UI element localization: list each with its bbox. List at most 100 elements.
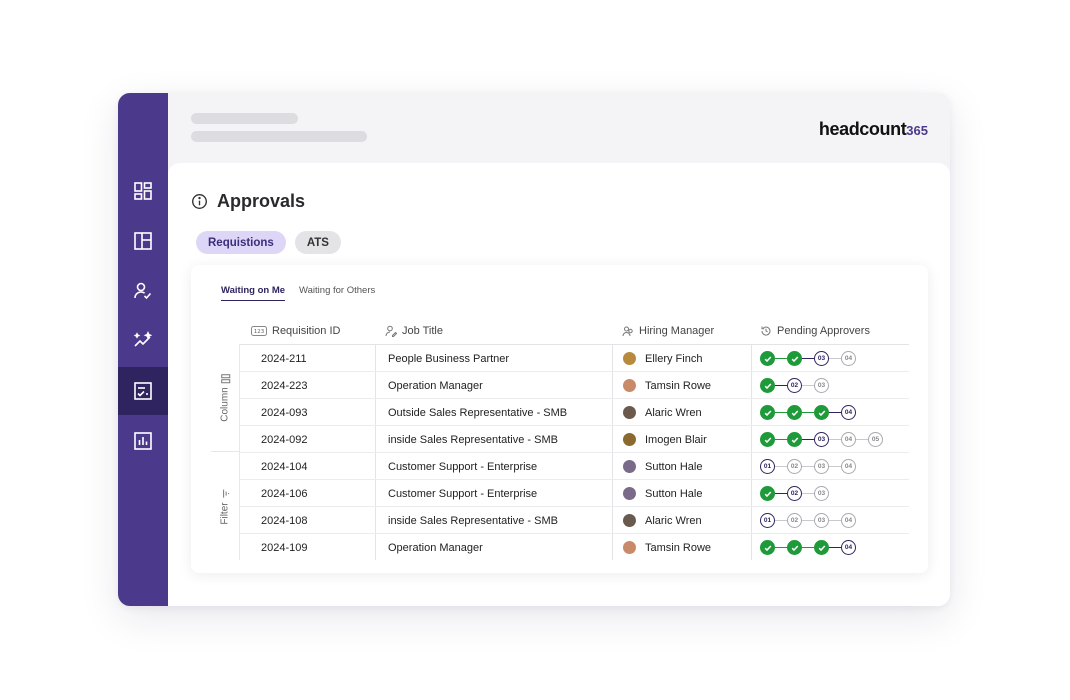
table-row[interactable]: 2024-106 Customer Support - Enterprise Sut… [240,480,909,507]
approvals-card: Waiting on Me Waiting for Others Column … [191,265,928,573]
check-icon [787,351,802,366]
table-row[interactable]: 2024-093 Outside Sales Representative - S… [240,399,909,426]
step-connector [775,411,787,414]
check-icon [760,432,775,447]
table-row[interactable]: 2024-109 Operation Manager Tamsin Rowe 04 [240,534,909,561]
subtabs: Waiting on Me Waiting for Others [221,285,375,301]
job-title: Operation Manager [388,541,483,554]
sidebar-item-insights[interactable] [118,317,168,365]
tab-waiting-for-others[interactable]: Waiting for Others [299,285,375,301]
hiring-manager: Imogen Blair [623,426,707,453]
hiring-manager: Sutton Hale [623,480,702,507]
page-title: Approvals [217,191,306,211]
people-icon [622,326,633,337]
column-label: Column [220,387,231,422]
step-connector [802,385,814,386]
step-connector [802,493,814,494]
sidebar-item-approvals[interactable] [118,367,168,415]
approver-step: 03 [814,486,829,501]
avatar [623,433,636,446]
layout-panels-icon [134,232,152,250]
approver-step: 02 [787,459,802,474]
app-window: headcount365 Approvals Requistions ATS W… [118,93,950,606]
step-connector [775,384,787,387]
approver-steps[interactable]: 04 [760,399,856,426]
requisition-id: 2024-106 [261,487,308,500]
step-connector [802,466,814,467]
approver-steps[interactable]: 04 [760,534,856,561]
step-connector [802,438,814,441]
avatar [623,487,636,500]
approver-step: 03 [814,378,829,393]
dashboard-grid-icon [134,182,152,200]
table-row[interactable]: 2024-092 inside Sales Representative - SM… [240,426,909,453]
sidebar-item-layout[interactable] [118,217,168,265]
approver-step: 04 [841,540,856,555]
approver-steps[interactable]: 03 04 05 [760,426,883,453]
step-connector [829,546,841,549]
hiring-manager: Sutton Hale [623,453,702,480]
check-icon [787,432,802,447]
approver-step: 01 [760,513,775,528]
sidebar-item-user-approve[interactable] [118,267,168,315]
approver-steps[interactable]: 01 02 03 04 [760,453,856,480]
requisition-id: 2024-211 [261,352,307,365]
tab-waiting-on-me[interactable]: Waiting on Me [221,285,286,301]
user-check-icon [134,282,152,300]
table-row[interactable]: 2024-223 Operation Manager Tamsin Rowe 02 03 [240,372,909,399]
top-bar: headcount365 [168,93,950,163]
pill-ats[interactable]: ATS [294,231,341,254]
table-row[interactable]: 2024-104 Customer Support - Enterprise Sut… [240,453,909,480]
requisition-id: 2024-104 [261,460,308,473]
hiring-manager: Ellery Finch [623,345,702,372]
job-title: inside Sales Representative - SMB [388,514,558,527]
table-row[interactable]: 2024-108 inside Sales Representative - SM… [240,507,909,534]
manager-name: Alaric Wren [645,514,702,527]
approver-step: 03 [814,351,829,366]
svg-text:123: 123 [254,329,265,335]
column-header-requisition-id[interactable]: 123 Requisition ID [251,325,340,337]
approver-step: 02 [787,486,802,501]
hiring-manager: Alaric Wren [623,507,702,534]
column-header-pending-approvers[interactable]: Pending Approvers [760,325,870,337]
hiring-manager: Tamsin Rowe [623,372,711,399]
manager-name: Imogen Blair [645,433,707,446]
sidebar-item-dashboard[interactable] [118,167,168,215]
manager-name: Ellery Finch [645,352,703,365]
column-tool[interactable]: Column [211,344,240,451]
checklist-icon [134,382,152,400]
requisition-id: 2024-108 [261,514,308,527]
check-icon [814,540,829,555]
requisition-id: 2024-093 [261,406,308,419]
side-tools: Column Filter [211,344,240,560]
column-header-hiring-manager[interactable]: Hiring Manager [622,325,714,337]
approver-steps[interactable]: 01 02 03 04 [760,507,856,534]
job-title: Customer Support - Enterprise [388,487,538,500]
step-connector [829,358,841,359]
check-icon [814,405,829,420]
page-header: Approvals [191,191,305,212]
approver-steps[interactable]: 02 03 [760,372,829,399]
info-icon[interactable] [191,193,208,210]
main-panel: Approvals Requistions ATS Waiting on Me … [168,163,950,606]
requisition-id: 2024-109 [261,541,308,554]
table-row[interactable]: 2024-211 People Business Partner Ellery Fi… [240,345,909,372]
manager-name: Tamsin Rowe [645,379,712,392]
approver-steps[interactable]: 03 04 [760,345,856,372]
table-body: 2024-211 People Business Partner Ellery Fi… [240,344,909,561]
approver-step: 03 [814,432,829,447]
manager-name: Alaric Wren [645,406,702,419]
pill-requisitions[interactable]: Requistions [196,231,286,254]
avatar [623,514,636,527]
brand-logo: headcount365 [818,119,928,139]
column-header-job-title[interactable]: Job Title [385,325,443,337]
skeleton-line [191,131,367,142]
skeleton-line [191,113,298,124]
approver-step: 04 [841,405,856,420]
approver-steps[interactable]: 02 03 [760,480,829,507]
filter-tool[interactable]: Filter [211,452,240,560]
check-icon [760,351,775,366]
history-icon [761,326,771,336]
sidebar-item-reports[interactable] [118,417,168,465]
manager-name: Tamsin Rowe [645,541,712,554]
